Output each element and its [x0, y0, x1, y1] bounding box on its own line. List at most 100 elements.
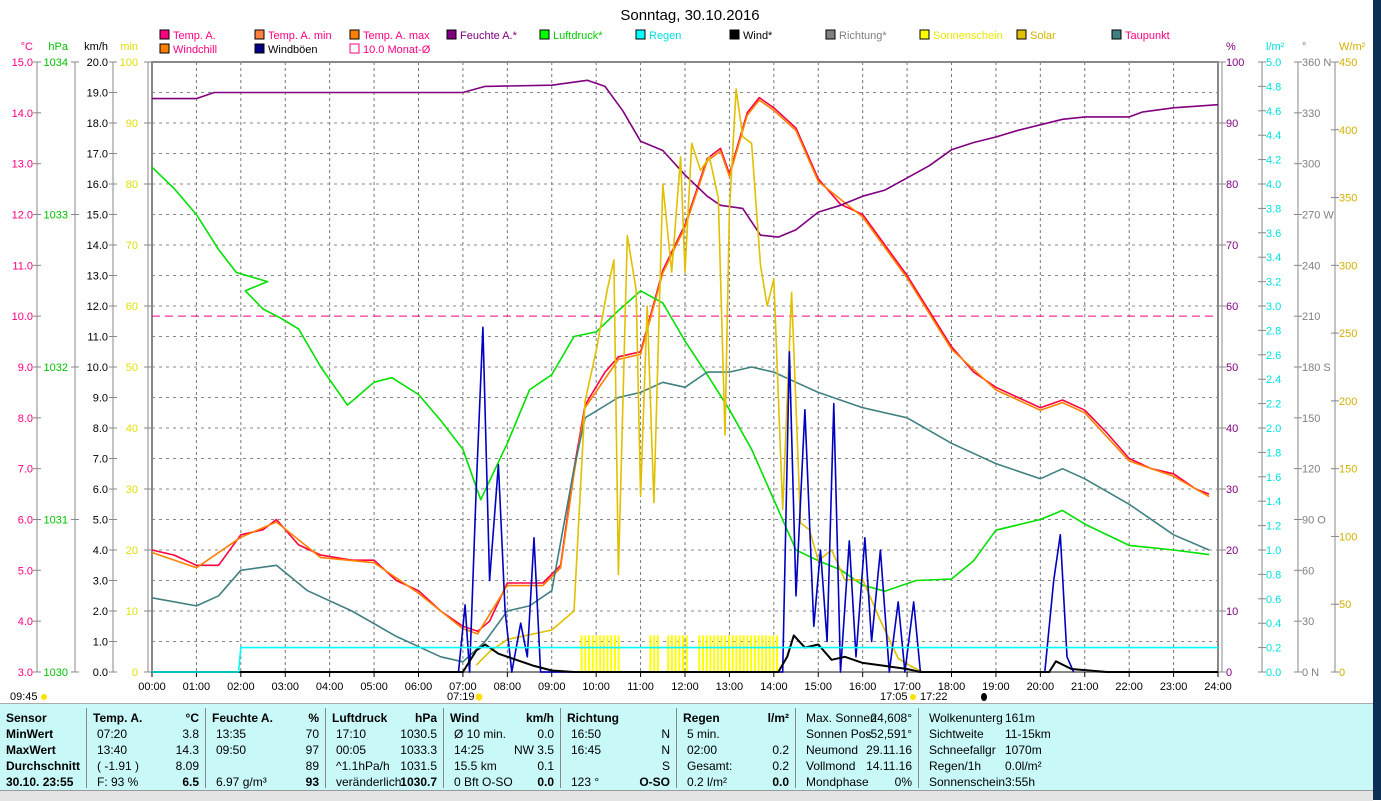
sunshine-bar: [750, 635, 753, 672]
cell-label: 14:25: [454, 743, 485, 757]
y-tick-label-kmh: 3.0: [93, 576, 108, 588]
table-row: 00:05 1033.3: [332, 742, 437, 758]
series-luftdruck: [151, 166, 1210, 593]
x-tick-label: 08:00: [494, 681, 522, 693]
y-tick-label-deg: 210: [1302, 311, 1320, 323]
y-tick-label-celsius: 3.0: [18, 667, 33, 679]
sunshine-bar: [768, 635, 771, 672]
row-label-text: MinWert: [6, 727, 54, 741]
legend-swatch: [825, 29, 836, 40]
cell-value: 14.3: [175, 743, 199, 757]
y-tick-label-hpa: 1032: [44, 362, 68, 374]
cell-label: Gesamt:: [687, 759, 733, 773]
y-tick-label-percent: 90: [1226, 118, 1238, 130]
col-sensor: Sensor MinWert MaxWert Durchschnitt 30.1…: [0, 708, 87, 790]
y-tick-label-lm2: 5.0: [1266, 57, 1281, 69]
col-header: Regen l/m²: [683, 710, 789, 726]
sunshine-bar: [595, 635, 598, 672]
sunshine-bar: [653, 635, 656, 672]
y-tick-label-kmh: 4.0: [93, 545, 108, 557]
table-row: 5 min.: [683, 726, 789, 742]
legend-swatch: [1016, 29, 1027, 40]
sunshine-bar: [580, 635, 583, 672]
col-header: Feuchte A.%: [212, 710, 319, 726]
y-tick-label-min: 40: [126, 423, 138, 435]
y-axis-unit-wm2: W/m²: [1339, 41, 1366, 53]
table-row: 15.5 km 0.1: [450, 758, 554, 774]
row-label: MinWert: [6, 726, 80, 742]
y-tick-label-wm2: 450: [1339, 57, 1357, 69]
x-tick-label: 21:00: [1071, 681, 1099, 693]
table-row: 13:40 14.3: [93, 742, 199, 758]
table-row: F: 93 % 6.5: [93, 774, 199, 790]
x-tick-label: 15:00: [804, 681, 832, 693]
y-axis-unit-lm2: l/m²: [1266, 41, 1285, 53]
y-tick-label-kmh: 14.0: [87, 240, 108, 252]
x-tick-label: 22:00: [1115, 681, 1143, 693]
weather-chart: Sonntag, 30.10.2016 Temp. A. Temp. A. min…: [10, 7, 1366, 703]
y-tick-label-kmh: 10.0: [87, 362, 108, 374]
x-tick-label: 24:00: [1204, 681, 1232, 693]
table-row: 17:10 1030.5: [332, 726, 437, 742]
y-tick-label-percent: 30: [1226, 484, 1238, 496]
chart-title: Sonntag, 30.10.2016: [620, 7, 759, 24]
cell-value: 1070m: [1005, 743, 1042, 757]
summary-table: Sensor MinWert MaxWert Durchschnitt 30.1…: [0, 703, 1373, 791]
sunshine-bar: [649, 635, 652, 672]
footer-left-time: 09:45: [10, 691, 38, 703]
sunshine-bar: [599, 635, 602, 672]
y-tick-label-deg: 60: [1302, 565, 1314, 577]
y-tick-label-lm2: 2.8: [1266, 325, 1281, 337]
y-tick-label-wm2: 0: [1339, 667, 1345, 679]
header-label: Temp. A.: [93, 711, 143, 725]
y-tick-label-percent: 50: [1226, 362, 1238, 374]
y-tick-label-deg: 270 W: [1302, 210, 1334, 222]
x-tick-label: 02:00: [227, 681, 255, 693]
table-row: 09:50 97: [212, 742, 319, 758]
header-label: Regen: [683, 711, 720, 725]
y-tick-label-wm2: 100: [1339, 531, 1357, 543]
sunset-icon: [910, 694, 916, 700]
cell-label: F: 93 %: [97, 775, 139, 789]
cell-label: Sonnen Pos: [806, 727, 872, 741]
table-row: Neumond 29.11.16: [802, 742, 912, 758]
table-row: 123 ° O-SO: [567, 774, 670, 790]
legend-swatch: [254, 43, 265, 54]
table-row: Wolkenunterg 161m: [925, 710, 1053, 726]
header-label: Feuchte A.: [212, 711, 273, 725]
sunshine-bar: [702, 635, 705, 672]
y-tick-label-lm2: 2.6: [1266, 350, 1281, 362]
sunshine-bar: [617, 635, 620, 672]
sunshine-bar: [764, 635, 767, 672]
y-tick-label-lm2: 0.2: [1266, 643, 1281, 655]
y-tick-label-deg: 0 N: [1302, 667, 1319, 679]
cell-label: 09:50: [216, 743, 247, 757]
x-tick-label: 00:00: [138, 681, 166, 693]
legend-label: Luftdruck*: [553, 30, 603, 42]
y-tick-label-lm2: 2.4: [1266, 374, 1281, 386]
row-label: Durchschnitt: [6, 758, 80, 774]
cell-label: 17:10: [336, 727, 367, 741]
y-tick-label-min: 30: [126, 484, 138, 496]
sunshine-bar: [606, 635, 609, 672]
table-row: 16:45 N: [567, 742, 670, 758]
sunshine-bar: [674, 635, 677, 672]
cell-label: Sichtweite: [929, 727, 984, 741]
sunshine-bar: [757, 635, 760, 672]
legend-swatch: [446, 29, 457, 40]
y-tick-label-percent: 20: [1226, 545, 1238, 557]
table-row: 6.97 g/m³ 93: [212, 774, 319, 790]
y-tick-label-kmh: 16.0: [87, 179, 108, 191]
cell-value: 0.2: [772, 759, 789, 773]
col-misc: Wolkenunterg 161m Sichtweite 11-15km Schneef…: [919, 708, 1059, 790]
y-tick-label-kmh: 6.0: [93, 484, 108, 496]
status-bar: [0, 790, 1373, 801]
table-row: S: [567, 758, 670, 774]
y-tick-label-lm2: 3.8: [1266, 203, 1281, 215]
legend-swatch: [159, 29, 170, 40]
grid: [151, 61, 1219, 673]
legend-label: Solar: [1030, 30, 1056, 42]
table-row: Sonnenschein 3:55h: [925, 774, 1053, 790]
y-tick-label-celsius: 4.0: [18, 616, 33, 628]
row-label: 30.10. 23:55: [6, 774, 80, 790]
